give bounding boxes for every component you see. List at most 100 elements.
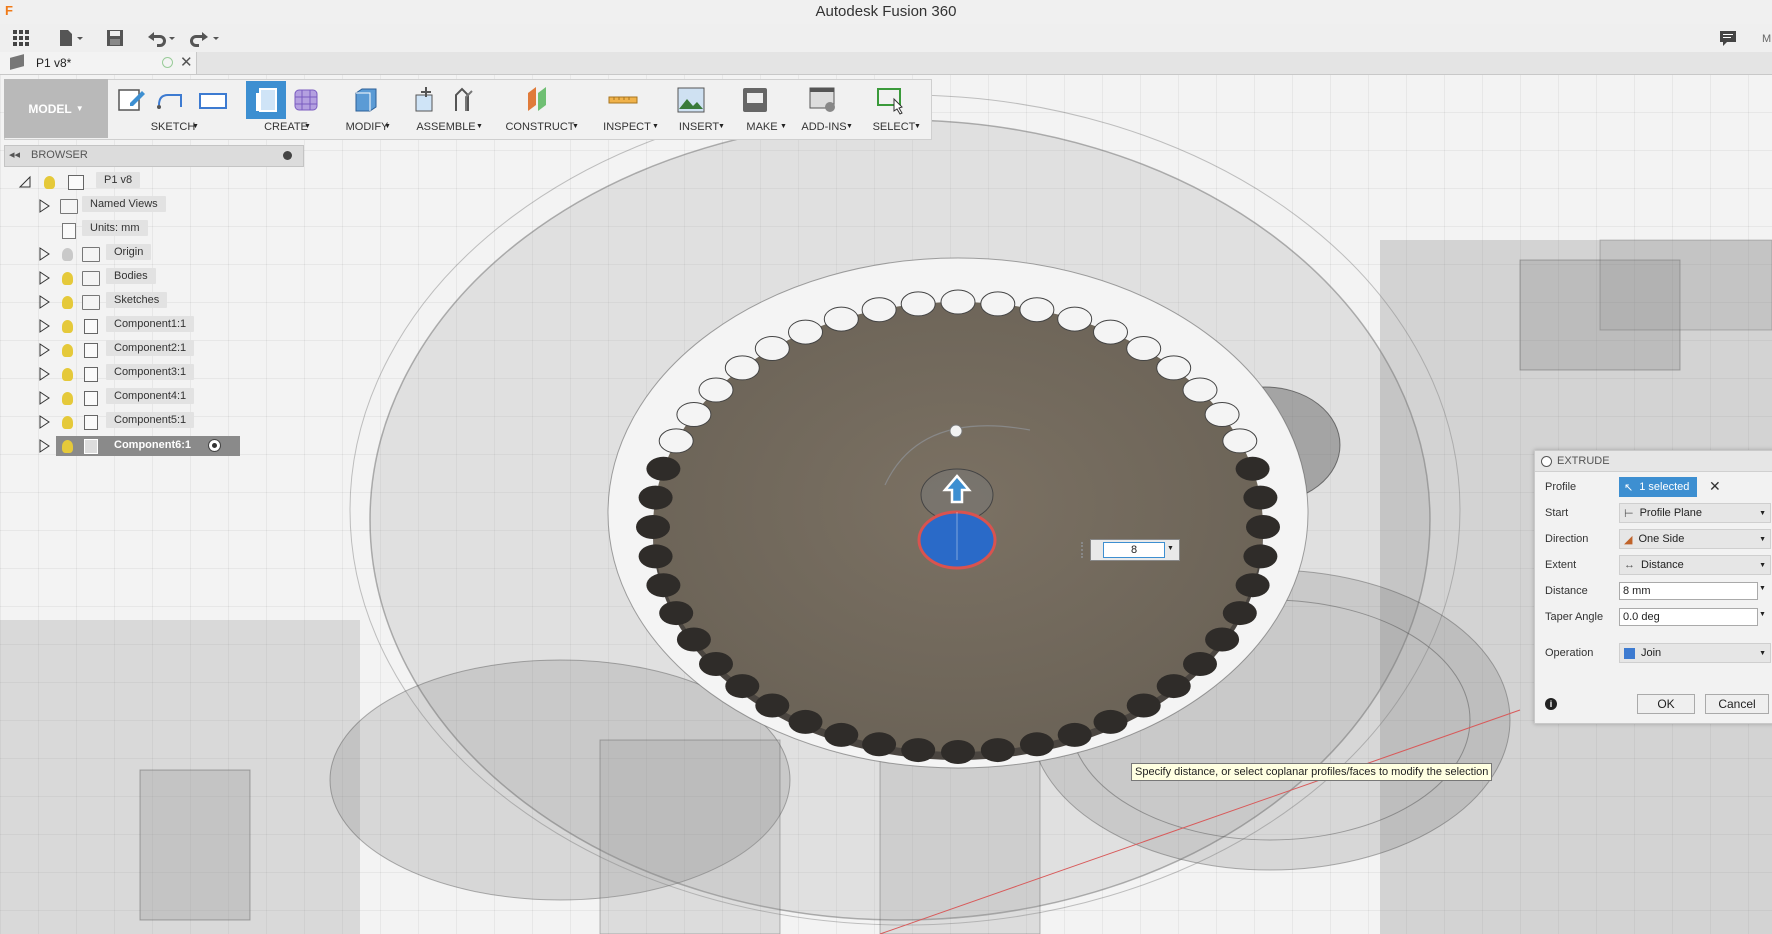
- ribbon-group-select[interactable]: SELECT ▼: [864, 79, 924, 138]
- tree-item-component[interactable]: Component2:1: [36, 340, 236, 360]
- visibility-bulb-icon[interactable]: [62, 320, 73, 333]
- browser-header[interactable]: ◂◂ BROWSER: [4, 145, 304, 167]
- ok-button[interactable]: OK: [1637, 694, 1695, 714]
- tree-item-component[interactable]: Component5:1: [36, 412, 236, 432]
- collapsed-triangle-icon[interactable]: [38, 367, 50, 381]
- inline-distance-input[interactable]: 8: [1103, 542, 1165, 558]
- profile-plane-icon: ⊢: [1624, 507, 1634, 520]
- gear-tooth: [980, 291, 1016, 317]
- visibility-bulb-icon[interactable]: [62, 272, 73, 285]
- visibility-bulb-icon[interactable]: [62, 416, 73, 429]
- chevron-down-icon[interactable]: ▼: [1167, 545, 1174, 552]
- save-icon[interactable]: [104, 28, 126, 48]
- visibility-bulb-icon[interactable]: [62, 368, 73, 381]
- ribbon-group-make[interactable]: MAKE ▼: [736, 79, 788, 138]
- tree-item-bodies[interactable]: Bodies: [36, 268, 236, 288]
- ribbon-group-sketch[interactable]: SKETCH ▼: [110, 79, 236, 138]
- collapsed-triangle-icon[interactable]: [38, 343, 50, 357]
- insert-image-icon: [677, 87, 705, 113]
- gear-tooth: [699, 652, 733, 676]
- tree-item-named-views[interactable]: Named Views: [36, 196, 236, 216]
- ribbon-group-assemble[interactable]: ASSEMBLE ▼: [406, 79, 486, 138]
- joint-icon: [455, 87, 473, 111]
- taper-angle-input[interactable]: 0.0 deg: [1619, 608, 1758, 626]
- quick-access-toolbar: M: [0, 24, 1772, 52]
- chevron-down-icon[interactable]: ▼: [1759, 585, 1766, 592]
- distance-input[interactable]: 8 mm: [1619, 582, 1758, 600]
- ribbon-group-construct[interactable]: CONSTRUCT ▼: [500, 79, 580, 138]
- ribbon-group-create[interactable]: CREATE ▼: [244, 79, 328, 138]
- visibility-bulb-icon[interactable]: [62, 392, 73, 405]
- data-panel-grid-icon[interactable]: [10, 28, 32, 48]
- tree-item-origin[interactable]: Origin: [36, 244, 236, 264]
- form-icon: [294, 89, 318, 111]
- chevron-down-icon: ▼: [846, 123, 853, 130]
- start-select[interactable]: ⊢ Profile Plane ▼: [1619, 503, 1771, 523]
- drag-handle-icon[interactable]: [1081, 542, 1087, 558]
- info-icon[interactable]: i: [1545, 698, 1557, 710]
- gear-tooth: [676, 402, 712, 427]
- collapsed-triangle-icon[interactable]: [38, 415, 50, 429]
- collapsed-triangle-icon[interactable]: [38, 247, 50, 261]
- visibility-bulb-icon[interactable]: [62, 440, 73, 453]
- chevron-down-icon[interactable]: ▼: [1759, 611, 1766, 618]
- gear-tooth: [1222, 428, 1258, 454]
- tree-item-label: Component4:1: [106, 388, 195, 404]
- ribbon-group-add-ins[interactable]: ADD-INS ▼: [794, 79, 854, 138]
- profile-selection-button[interactable]: ↖ 1 selected: [1619, 477, 1697, 497]
- close-tab-icon[interactable]: ✕: [180, 53, 193, 71]
- chevron-down-icon: ▼: [652, 123, 659, 130]
- direction-select[interactable]: ◢ One Side ▼: [1619, 529, 1771, 549]
- gear-tooth: [1243, 485, 1278, 510]
- undo-icon[interactable]: [144, 28, 178, 48]
- collapsed-triangle-icon[interactable]: [38, 439, 50, 453]
- gear-tooth: [1182, 377, 1218, 403]
- ribbon-group-insert[interactable]: INSERT ▼: [668, 79, 730, 138]
- comments-icon[interactable]: [1718, 28, 1738, 48]
- extent-select[interactable]: ↔ Distance ▼: [1619, 555, 1771, 575]
- tree-item-component[interactable]: Component4:1: [36, 388, 236, 408]
- gear-tooth: [1183, 652, 1217, 676]
- file-menu-icon[interactable]: [56, 28, 86, 48]
- cancel-button[interactable]: Cancel: [1705, 694, 1769, 714]
- gear-tooth: [1093, 319, 1128, 345]
- workspace-switcher[interactable]: MODEL ▼: [4, 79, 108, 138]
- canvas-viewport[interactable]: [0, 75, 1772, 934]
- tree-root[interactable]: P1 v8: [18, 172, 218, 192]
- cursor-arrow-icon: ↖: [1624, 481, 1634, 494]
- visibility-bulb-icon[interactable]: [62, 344, 73, 357]
- tree-item-label: Component2:1: [106, 340, 195, 356]
- visibility-bulb-icon[interactable]: [62, 296, 73, 309]
- tree-item-label: Units: mm: [82, 220, 148, 236]
- gear-tooth: [754, 336, 790, 361]
- extrude-dialog-header[interactable]: EXTRUDE: [1535, 451, 1772, 472]
- activate-radio-icon[interactable]: [208, 439, 221, 452]
- tree-item-component[interactable]: Component3:1: [36, 364, 236, 384]
- visibility-bulb-icon[interactable]: [44, 176, 55, 189]
- tree-item-component-active[interactable]: Component6:1: [36, 436, 240, 456]
- ribbon-group-modify[interactable]: MODIFY ▼: [336, 79, 398, 138]
- collapsed-triangle-icon[interactable]: [38, 295, 50, 309]
- clear-selection-icon[interactable]: ✕: [1709, 478, 1721, 495]
- tree-item-sketches[interactable]: Sketches: [36, 292, 236, 312]
- visibility-bulb-icon[interactable]: [62, 248, 73, 261]
- user-initial[interactable]: M: [1762, 33, 1771, 45]
- redo-icon[interactable]: [188, 28, 222, 48]
- profile-value: 1 selected: [1639, 481, 1690, 493]
- gear-tooth: [824, 722, 859, 747]
- ribbon-label-construct: CONSTRUCT: [505, 121, 575, 133]
- operation-select[interactable]: Join ▼: [1619, 643, 1771, 663]
- collapsed-triangle-icon[interactable]: [38, 199, 50, 213]
- tree-item-component[interactable]: Component1:1: [36, 316, 236, 336]
- collapse-dialog-icon[interactable]: [1541, 456, 1552, 467]
- collapse-browser-icon[interactable]: ◂◂: [9, 148, 20, 161]
- browser-minimize-icon[interactable]: [283, 151, 292, 160]
- collapsed-triangle-icon[interactable]: [38, 391, 50, 405]
- tree-item-units[interactable]: Units: mm: [36, 220, 236, 240]
- document-tab[interactable]: P1 v8* ✕: [0, 52, 197, 74]
- component-icon: [84, 319, 98, 334]
- collapsed-triangle-icon[interactable]: [38, 319, 50, 333]
- ribbon-group-inspect[interactable]: INSPECT ▼: [594, 79, 660, 138]
- chevron-down-icon: ▼: [75, 104, 84, 113]
- collapsed-triangle-icon[interactable]: [38, 271, 50, 285]
